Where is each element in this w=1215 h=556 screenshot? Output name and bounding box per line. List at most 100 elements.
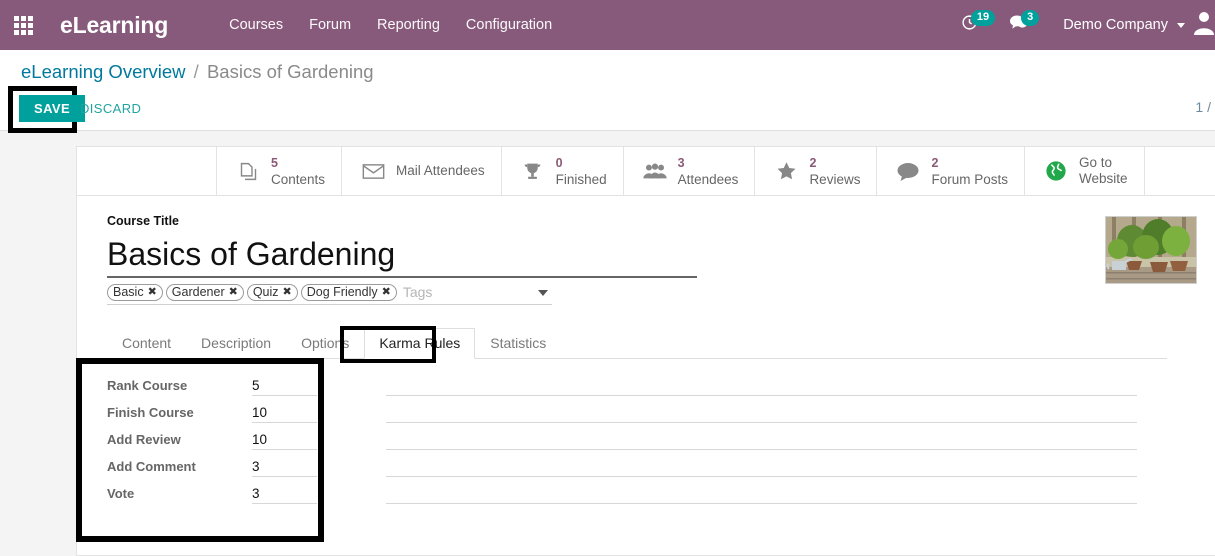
tab-karma-rules[interactable]: Karma Rules [364,328,476,359]
record-pager[interactable]: 1 / [1195,99,1211,115]
karma-row: Vote 3 [107,480,1137,507]
menu-item-configuration[interactable]: Configuration [453,17,565,33]
stat-bar-spacer [77,147,217,195]
app-brand-elearning[interactable]: eLearning [60,12,168,39]
globe-icon [1041,160,1071,182]
stat-label-mail-attendees: Mail Attendees [396,163,485,179]
activities-count-badge: 19 [970,10,996,26]
karma-row-filler [386,456,1137,477]
stat-button-forum-posts[interactable]: 2 Forum Posts [877,147,1025,195]
karma-label-add-review: Add Review [107,432,181,447]
save-button[interactable]: SAVE [19,95,86,122]
course-title-label: Course Title [107,214,180,228]
stat-button-go-to-website[interactable]: Go to Website [1025,147,1145,195]
trophy-icon [518,161,548,182]
stat-value-attendees: 3 [677,155,685,170]
control-panel: eLearning Overview / Basics of Gardening [0,50,1215,131]
apps-menu-icon[interactable] [0,15,46,35]
star-icon [771,160,801,182]
tab-description[interactable]: Description [186,328,286,359]
stat-text: 2 Forum Posts [931,154,1008,189]
breadcrumb: eLearning Overview / Basics of Gardening [21,61,374,83]
karma-input-vote[interactable]: 3 [252,484,317,504]
karma-label-add-comment: Add Comment [107,459,196,474]
karma-row-filler [386,483,1137,504]
course-thumbnail-image[interactable] [1105,216,1197,284]
envelope-icon [358,162,388,181]
tag-remove-icon[interactable]: ✖ [382,285,391,298]
odoo-elearning-course-form: eLearning Courses Forum Reporting Config… [0,0,1215,556]
karma-row: Rank Course 5 [107,372,1137,399]
tab-statistics[interactable]: Statistics [475,328,561,359]
speech-bubble-icon [893,161,923,182]
tabs-underline [107,358,1167,359]
menu-item-courses[interactable]: Courses [216,17,296,33]
tag-remove-icon[interactable]: ✖ [148,285,157,298]
karma-row: Add Review 10 [107,426,1137,453]
stat-label-reviews: Reviews [809,172,861,187]
stat-button-box: 5 Contents Mail Attendees 0 Finished 3 A… [77,147,1215,196]
tag-label: Dog Friendly [306,284,378,299]
tag-chip[interactable]: Dog Friendly ✖ [300,283,397,301]
karma-input-add-comment[interactable]: 3 [252,457,317,477]
karma-row-filler [386,429,1137,450]
stat-text: 5 Contents [271,154,325,189]
menu-item-forum[interactable]: Forum [296,17,364,33]
breadcrumb-separator: / [193,61,199,82]
stat-label-contents: Contents [271,172,326,187]
company-switcher[interactable]: Demo Company [1063,17,1185,33]
stat-button-mail-attendees[interactable]: Mail Attendees [342,147,502,195]
chevron-down-icon[interactable] [538,289,548,296]
tag-chip[interactable]: Basic ✖ [107,283,163,301]
karma-row: Finish Course 10 [107,399,1137,426]
chevron-down-icon [1177,22,1185,28]
stat-value-contents: 5 [271,155,278,170]
karma-row-filler [386,375,1137,396]
tag-remove-icon[interactable]: ✖ [229,285,238,298]
karma-label-rank-course: Rank Course [107,378,188,393]
navbar-right-section: 19 3 Demo Company [957,0,1215,50]
stat-label-finished: Finished [555,172,607,187]
stat-text: 0 Finished [556,154,607,189]
karma-input-finish-course[interactable]: 10 [252,403,317,423]
users-icon [640,162,670,181]
tag-label: Basic [113,284,144,299]
tab-options[interactable]: Options [286,328,364,359]
stat-label-go-to-website-line2: Website [1078,171,1128,186]
stat-text: 3 Attendees [678,154,739,189]
course-title-input[interactable]: Basics of Gardening [107,236,697,278]
breadcrumb-elearning-overview[interactable]: eLearning Overview [21,61,186,82]
stat-label-go-to-website-line1: Go to [1078,155,1113,171]
course-title-block: Course Title Basics of Gardening Basic ✖… [107,214,697,305]
tab-content[interactable]: Content [107,328,186,359]
navbar-menu: Courses Forum Reporting Configuration [216,17,565,33]
tag-chip[interactable]: Gardener ✖ [165,283,244,301]
messages-menu[interactable]: 3 [1005,10,1043,36]
stat-label-attendees: Attendees [677,172,739,187]
form-notebook-tabs: Content Description Options Karma Rules … [107,328,1137,359]
tags-field[interactable]: Basic ✖ Gardener ✖ Quiz ✖ Dog Friendly ✖… [107,283,552,305]
karma-input-add-review[interactable]: 10 [252,430,317,450]
stat-button-finished[interactable]: 0 Finished [502,147,624,195]
stat-button-contents[interactable]: 5 Contents [217,147,343,195]
stat-button-reviews[interactable]: 2 Reviews [755,147,878,195]
user-avatar-icon[interactable] [1193,8,1215,43]
karma-input-rank-course[interactable]: 5 [252,376,317,396]
stat-button-attendees[interactable]: 3 Attendees [624,147,756,195]
tag-remove-icon[interactable]: ✖ [283,285,292,298]
breadcrumb-current-record: Basics of Gardening [206,61,374,82]
messages-count-badge: 3 [1021,10,1040,26]
activities-menu[interactable]: 19 [957,10,999,36]
company-name: Demo Company [1063,17,1168,33]
stat-label-forum-posts: Forum Posts [931,172,1008,187]
karma-rules-panel: Rank Course 5 Finish Course 10 Add Revie… [107,372,1137,507]
stat-text: Go to Website [1079,155,1128,186]
discard-button[interactable]: DISCARD [80,101,141,116]
stat-text: 2 Reviews [809,154,860,189]
menu-item-reporting[interactable]: Reporting [364,17,453,33]
tags-placeholder: Tags [402,284,433,301]
tag-chip[interactable]: Quiz ✖ [246,283,298,301]
karma-row-filler [386,402,1137,423]
tag-label: Gardener [171,284,225,299]
tag-label: Quiz [252,284,279,299]
